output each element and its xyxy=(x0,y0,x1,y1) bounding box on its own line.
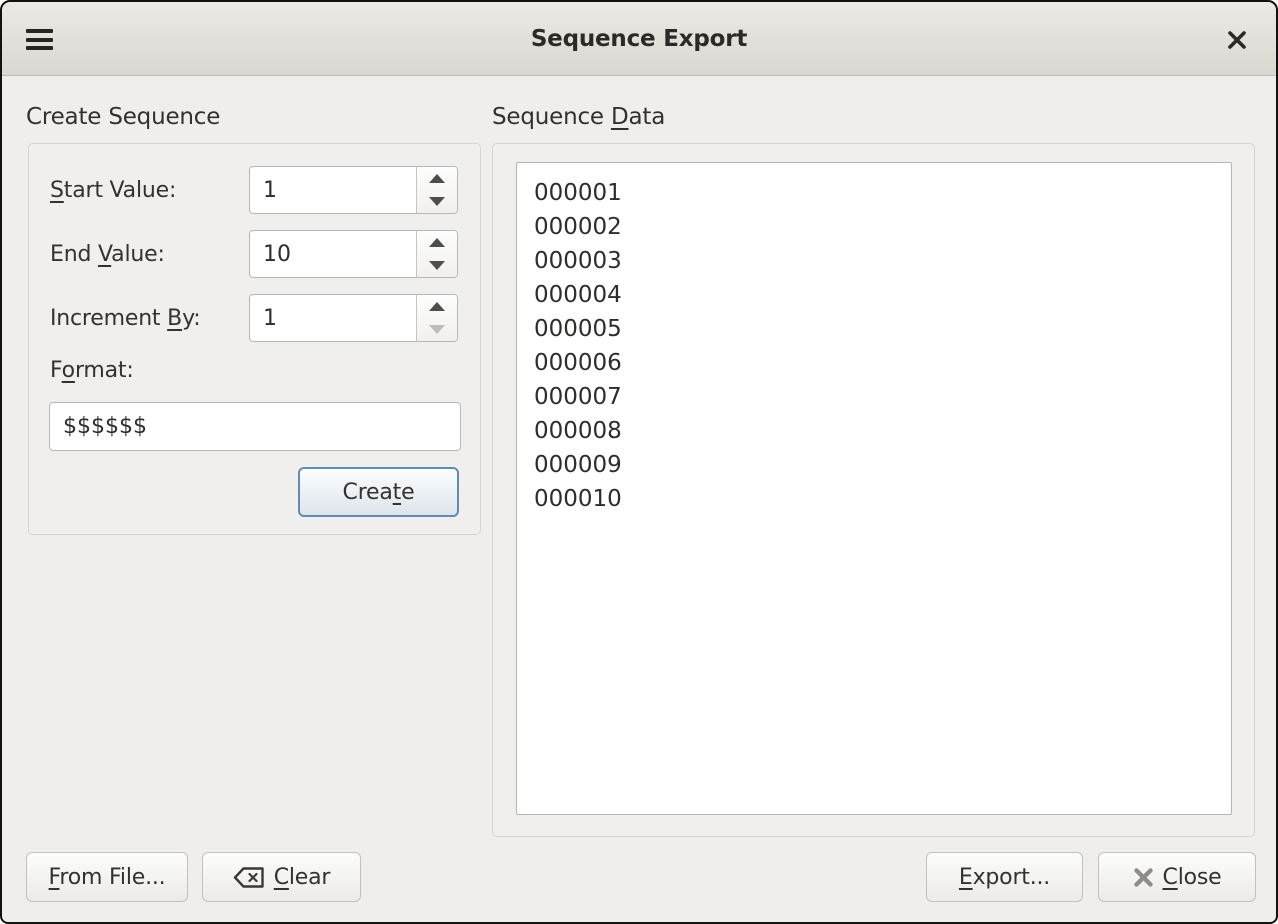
sequence-data-item: 000009 xyxy=(534,448,1223,482)
sequence-data-item: 000005 xyxy=(534,312,1223,346)
sequence-data-item: 000002 xyxy=(534,210,1223,244)
arrow-down-icon xyxy=(429,197,445,206)
arrow-down-icon xyxy=(429,261,445,270)
arrow-up-icon xyxy=(429,302,445,311)
sequence-data-item: 000001 xyxy=(534,176,1223,210)
arrow-up-icon xyxy=(429,174,445,183)
format-label: Format: xyxy=(50,358,134,383)
end-value-spin-down-button[interactable] xyxy=(417,254,457,277)
sequence-data-item: 000006 xyxy=(534,346,1223,380)
create-button[interactable]: Create xyxy=(298,467,459,517)
sequence-data-item: 000003 xyxy=(534,244,1223,278)
start-value-spinbox xyxy=(249,166,458,214)
increment-by-spin-up-button[interactable] xyxy=(417,295,457,318)
increment-by-label: Increment By: xyxy=(50,306,201,331)
backspace-clear-icon xyxy=(233,866,265,889)
start-value-spin-up-button[interactable] xyxy=(417,167,457,190)
clear-button-label: Clear xyxy=(274,865,331,890)
from-file-button-label: From File... xyxy=(49,865,166,890)
sequence-data-item: 000004 xyxy=(534,278,1223,312)
export-button-label: Export... xyxy=(959,865,1050,890)
clear-button[interactable]: Clear xyxy=(202,852,361,902)
end-value-spin-up-button[interactable] xyxy=(417,231,457,254)
export-button[interactable]: Export... xyxy=(926,852,1083,902)
start-value-spin-down-button[interactable] xyxy=(417,190,457,213)
increment-by-spin-buttons xyxy=(416,295,457,341)
sequence-data-list[interactable]: 0000010000020000030000040000050000060000… xyxy=(516,162,1232,815)
format-input[interactable] xyxy=(49,402,461,451)
window-close-icon[interactable] xyxy=(1224,27,1250,53)
start-value-spin-buttons xyxy=(416,167,457,213)
arrow-up-icon xyxy=(429,238,445,247)
end-value-spinbox xyxy=(249,230,458,278)
increment-by-input[interactable] xyxy=(250,295,416,341)
sequence-data-item: 000010 xyxy=(534,482,1223,516)
create-button-label: Create xyxy=(343,480,415,505)
x-close-icon xyxy=(1133,867,1154,888)
start-value-label: Start Value: xyxy=(50,178,176,203)
window-title: Sequence Export xyxy=(2,26,1276,52)
end-value-label: End Value: xyxy=(50,242,165,267)
increment-by-spin-down-button xyxy=(417,318,457,341)
close-button[interactable]: Close xyxy=(1098,852,1256,902)
sequence-data-item: 000008 xyxy=(534,414,1223,448)
arrow-down-icon xyxy=(429,325,445,334)
close-button-label: Close xyxy=(1163,865,1222,890)
titlebar: Sequence Export xyxy=(2,2,1276,76)
start-value-input[interactable] xyxy=(250,167,416,213)
from-file-button[interactable]: From File... xyxy=(26,852,188,902)
end-value-spin-buttons xyxy=(416,231,457,277)
increment-by-spinbox xyxy=(249,294,458,342)
create-sequence-heading: Create Sequence xyxy=(26,104,220,130)
sequence-export-dialog: Sequence Export Create Sequence Start Va… xyxy=(0,0,1278,924)
sequence-data-heading: Sequence Data xyxy=(492,104,665,130)
sequence-data-item: 000007 xyxy=(534,380,1223,414)
end-value-input[interactable] xyxy=(250,231,416,277)
